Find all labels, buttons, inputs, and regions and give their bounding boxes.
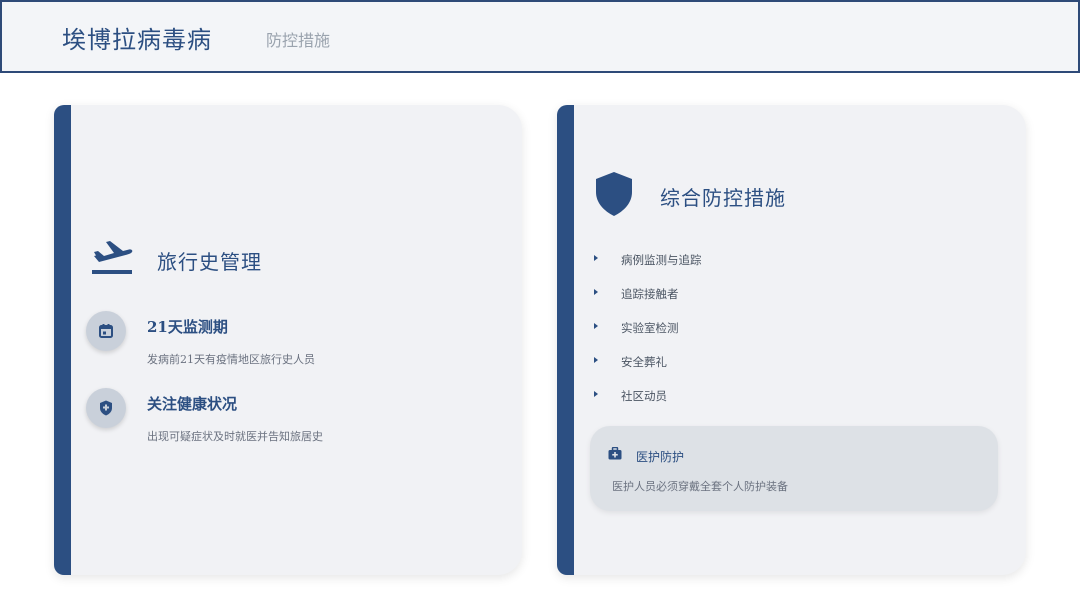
monitoring-period-desc: 发病前21天有疫情地区旅行史人员 xyxy=(147,353,315,366)
airplane-takeoff-icon xyxy=(92,241,133,274)
bullet-icon xyxy=(594,357,598,363)
bullet-icon xyxy=(594,323,598,329)
travel-history-card: 旅行史管理 21天监测期 发病前21天有疫情地区旅行史人员 关注健康状况 出现可… xyxy=(54,105,522,575)
measure-item: 追踪接触者 xyxy=(621,287,679,301)
measure-item: 病例监测与追踪 xyxy=(621,253,702,267)
shield-plus-icon-badge xyxy=(86,388,126,428)
measure-item: 实验室检测 xyxy=(621,321,679,335)
page-title: 埃博拉病毒病 xyxy=(62,26,212,54)
card-accent-bar xyxy=(557,105,574,575)
health-status-desc: 出现可疑症状及时就医并告知旅居史 xyxy=(147,430,323,443)
note-title: 医护防护 xyxy=(636,450,685,464)
shield-plus-icon xyxy=(100,400,112,416)
medical-kit-icon xyxy=(608,447,622,460)
bullet-icon xyxy=(594,289,598,295)
comprehensive-measures-card: 综合防控措施 病例监测与追踪 追踪接触者 实验室检测 安全葬礼 社区动员 医护防… xyxy=(557,105,1026,575)
bullet-icon xyxy=(594,391,598,397)
health-status-title: 关注健康状况 xyxy=(147,395,238,413)
medical-protection-note: 医护防护 医护人员必须穿戴全套个人防护装备 xyxy=(590,426,998,511)
measure-item: 社区动员 xyxy=(621,389,667,403)
note-desc: 医护人员必须穿戴全套个人防护装备 xyxy=(612,480,788,493)
card-heading: 综合防控措施 xyxy=(660,186,786,210)
calendar-icon xyxy=(99,324,113,338)
measure-item: 安全葬礼 xyxy=(621,355,667,369)
header-bar: 埃博拉病毒病 防控措施 xyxy=(0,0,1080,73)
bullet-icon xyxy=(594,255,598,261)
calendar-icon-badge xyxy=(86,311,126,351)
monitoring-period-title: 21天监测期 xyxy=(147,318,228,336)
card-heading: 旅行史管理 xyxy=(157,250,262,274)
page-subtitle: 防控措施 xyxy=(266,31,331,50)
card-accent-bar xyxy=(54,105,71,575)
shield-icon xyxy=(596,172,632,216)
